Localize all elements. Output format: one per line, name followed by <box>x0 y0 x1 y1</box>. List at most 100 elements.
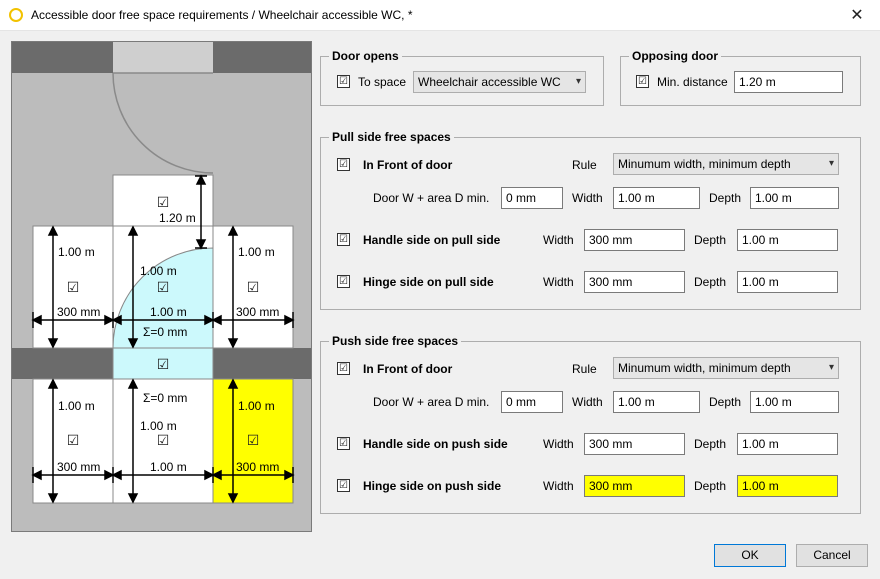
zone-check-icon: ☑ <box>67 432 80 448</box>
pull-door-w-label: Door W + area D min. <box>373 191 490 205</box>
push-side-group: Push side free spaces ☑ In Front of door… <box>320 334 861 514</box>
min-distance-checkbox[interactable]: ☑ <box>636 75 649 88</box>
push-hinge-width-input[interactable]: 300 mm <box>584 475 685 497</box>
pull-hinge-depth-label: Depth <box>694 275 727 289</box>
zone-check-icon: ☑ <box>67 279 80 295</box>
dim-label-pull-handle-depth: 1.00 m <box>238 245 275 259</box>
push-rule-select[interactable]: Minumum width, minimum depth ▾ <box>613 357 839 379</box>
dim-label-push-left-depth: 1.00 m <box>58 399 95 413</box>
dim-label-push-left-width: 300 mm <box>57 460 100 474</box>
wall-mid-left <box>12 348 113 379</box>
push-handle-width-input[interactable]: 300 mm <box>584 433 685 455</box>
door-opens-legend: Door opens <box>329 49 402 63</box>
min-distance-input[interactable]: 1.20 m <box>734 71 843 93</box>
dim-label-pull-hinge-depth: 1.00 m <box>58 245 95 259</box>
pull-handle-depth-label: Depth <box>694 233 727 247</box>
push-rule-label: Rule <box>572 362 597 376</box>
min-distance-label: Min. distance <box>657 75 728 89</box>
opposing-door-leaf <box>113 42 213 73</box>
pull-hinge-width-label: Width <box>543 275 574 289</box>
wall-mid-right <box>213 348 311 379</box>
pull-front-width-label: Width <box>572 191 603 205</box>
to-space-select[interactable]: Wheelchair accessible WC ▾ <box>413 71 586 93</box>
pull-handle-checkbox[interactable]: ☑ <box>337 233 350 246</box>
push-handle-checkbox[interactable]: ☑ <box>337 437 350 450</box>
pull-hinge-depth-input[interactable]: 1.00 m <box>737 271 838 293</box>
push-handle-depth-input[interactable]: 1.00 m <box>737 433 838 455</box>
push-hinge-checkbox[interactable]: ☑ <box>337 479 350 492</box>
pull-front-checkbox[interactable]: ☑ <box>337 158 350 171</box>
push-door-w-input[interactable]: 0 mm <box>501 391 563 413</box>
pull-front-depth-label: Depth <box>709 191 742 205</box>
dim-label-push-sum: Σ=0 mm <box>143 391 187 405</box>
ok-button[interactable]: OK <box>714 544 786 567</box>
title-bar: Accessible door free space requirements … <box>0 0 880 31</box>
push-hinge-width-label: Width <box>543 479 574 493</box>
wall-top-right <box>213 42 311 73</box>
push-handle-width-label: Width <box>543 437 574 451</box>
push-door-w-label: Door W + area D min. <box>373 395 490 409</box>
zone-check-icon: ☑ <box>247 279 260 295</box>
dim-label-pull-front-width: 1.00 m <box>150 305 187 319</box>
push-front-label: In Front of door <box>363 362 453 376</box>
pull-rule-label: Rule <box>572 158 597 172</box>
pull-handle-width-label: Width <box>543 233 574 247</box>
chevron-down-icon: ▾ <box>828 158 834 169</box>
opposing-door-group: Opposing door ☑ Min. distance 1.20 m <box>620 49 861 106</box>
zone-check-icon: ☑ <box>157 356 170 372</box>
app-icon <box>9 8 23 22</box>
pull-rule-value: Minumum width, minimum depth <box>618 157 791 171</box>
to-space-label: To space <box>358 75 407 89</box>
pull-handle-width-input[interactable]: 300 mm <box>584 229 685 251</box>
pull-hinge-checkbox[interactable]: ☑ <box>337 275 350 288</box>
chevron-down-icon: ▾ <box>575 76 581 87</box>
push-front-width-label: Width <box>572 395 603 409</box>
pull-door-w-input[interactable]: 0 mm <box>501 187 563 209</box>
to-space-checkbox[interactable]: ☑ <box>337 75 350 88</box>
pull-front-width-input[interactable]: 1.00 m <box>613 187 700 209</box>
door-opens-group: Door opens ☑ To space Wheelchair accessi… <box>320 49 604 106</box>
pull-front-depth-input[interactable]: 1.00 m <box>750 187 839 209</box>
zone-check-icon: ☑ <box>157 279 170 295</box>
push-front-checkbox[interactable]: ☑ <box>337 362 350 375</box>
push-side-legend: Push side free spaces <box>329 334 462 348</box>
pull-hinge-label: Hinge side on pull side <box>363 275 494 289</box>
push-handle-label: Handle side on push side <box>363 437 508 451</box>
pull-front-label: In Front of door <box>363 158 453 172</box>
push-front-depth-input[interactable]: 1.00 m <box>750 391 839 413</box>
push-hinge-depth-input[interactable]: 1.00 m <box>737 475 838 497</box>
dim-label-pull-hinge-width: 300 mm <box>57 305 100 319</box>
zone-check-icon: ☑ <box>157 432 170 448</box>
dim-label-push-hinge-width: 300 mm <box>236 460 279 474</box>
zone-check-icon: ☑ <box>247 432 260 448</box>
dim-label-pull-front-depth: 1.00 m <box>140 264 177 278</box>
to-space-value: Wheelchair accessible WC <box>418 75 561 89</box>
push-hinge-label: Hinge side on push side <box>363 479 502 493</box>
pull-hinge-width-input[interactable]: 300 mm <box>584 271 685 293</box>
zone-check-icon: ☑ <box>157 194 170 210</box>
opposing-door-legend: Opposing door <box>629 49 721 63</box>
push-rule-value: Minumum width, minimum depth <box>618 361 791 375</box>
cancel-button[interactable]: Cancel <box>796 544 868 567</box>
dim-label-opposing-distance: 1.20 m <box>159 211 196 225</box>
free-space-diagram: ☑ ☑ ☑ ☑ ☑ ☑ ☑ ☑ 1.20 m 1.00 m 1.00 m 1.0… <box>11 41 312 532</box>
chevron-down-icon: ▾ <box>828 362 834 373</box>
dim-label-pull-sum: Σ=0 mm <box>143 325 187 339</box>
dim-label-push-front-depth: 1.00 m <box>140 419 177 433</box>
pull-handle-depth-input[interactable]: 1.00 m <box>737 229 838 251</box>
dim-label-push-front-width: 1.00 m <box>150 460 187 474</box>
close-button[interactable]: ✕ <box>834 0 880 31</box>
push-front-depth-label: Depth <box>709 395 742 409</box>
push-front-width-input[interactable]: 1.00 m <box>613 391 700 413</box>
window-title: Accessible door free space requirements … <box>31 8 413 22</box>
pull-side-legend: Pull side free spaces <box>329 130 454 144</box>
push-hinge-depth-label: Depth <box>694 479 727 493</box>
pull-rule-select[interactable]: Minumum width, minimum depth ▾ <box>613 153 839 175</box>
wall-top-left <box>12 42 113 73</box>
push-handle-depth-label: Depth <box>694 437 727 451</box>
pull-handle-label: Handle side on pull side <box>363 233 501 247</box>
opposing-door-swing <box>112 72 214 174</box>
pull-side-group: Pull side free spaces ☑ In Front of door… <box>320 130 861 310</box>
dim-label-pull-handle-width: 300 mm <box>236 305 279 319</box>
dim-label-push-hinge-depth: 1.00 m <box>238 399 275 413</box>
